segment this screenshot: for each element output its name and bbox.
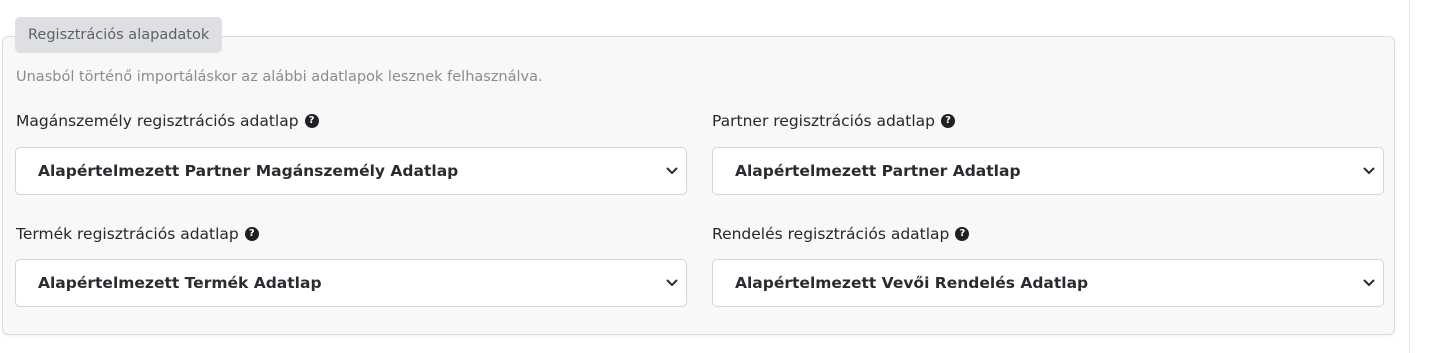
private-person-form-select[interactable]: Alapértelmezett Partner Magánszemély Ada…: [15, 147, 687, 195]
order-form-label-text: Rendelés regisztrációs adatlap: [712, 225, 950, 243]
order-form-select[interactable]: Alapértelmezett Vevői Rendelés Adatlap: [712, 259, 1384, 307]
chevron-down-icon: [1363, 165, 1375, 177]
chevron-down-icon: [1363, 277, 1375, 289]
private-person-form-selected: Alapértelmezett Partner Magánszemély Ada…: [38, 162, 459, 180]
import-hint-text: Unasból történő importáláskor az alábbi …: [16, 69, 543, 85]
order-form-selected: Alapértelmezett Vevői Rendelés Adatlap: [735, 274, 1089, 292]
question-circle-icon[interactable]: ?: [304, 114, 319, 128]
product-form-select[interactable]: Alapértelmezett Termék Adatlap: [15, 259, 687, 307]
question-circle-icon[interactable]: ?: [941, 114, 956, 128]
partner-form-select[interactable]: Alapértelmezett Partner Adatlap: [712, 147, 1384, 195]
order-form-label: Rendelés regisztrációs adatlap ?: [712, 223, 970, 245]
page-divider: [1409, 0, 1410, 353]
product-form-label: Termék regisztrációs adatlap ?: [16, 223, 259, 245]
chevron-down-icon: [666, 277, 678, 289]
fieldset-legend: Regisztrációs alapadatok: [15, 17, 223, 53]
private-person-form-label-text: Magánszemély regisztrációs adatlap: [16, 112, 299, 130]
question-circle-icon[interactable]: ?: [955, 227, 970, 241]
chevron-down-icon: [666, 165, 678, 177]
product-form-label-text: Termék regisztrációs adatlap: [16, 225, 239, 243]
partner-form-selected: Alapértelmezett Partner Adatlap: [735, 162, 1021, 180]
question-circle-icon[interactable]: ?: [244, 227, 259, 241]
product-form-selected: Alapértelmezett Termék Adatlap: [38, 274, 322, 292]
partner-form-label: Partner regisztrációs adatlap ?: [712, 110, 956, 132]
partner-form-label-text: Partner regisztrációs adatlap: [712, 112, 936, 130]
private-person-form-label: Magánszemély regisztrációs adatlap ?: [16, 110, 319, 132]
